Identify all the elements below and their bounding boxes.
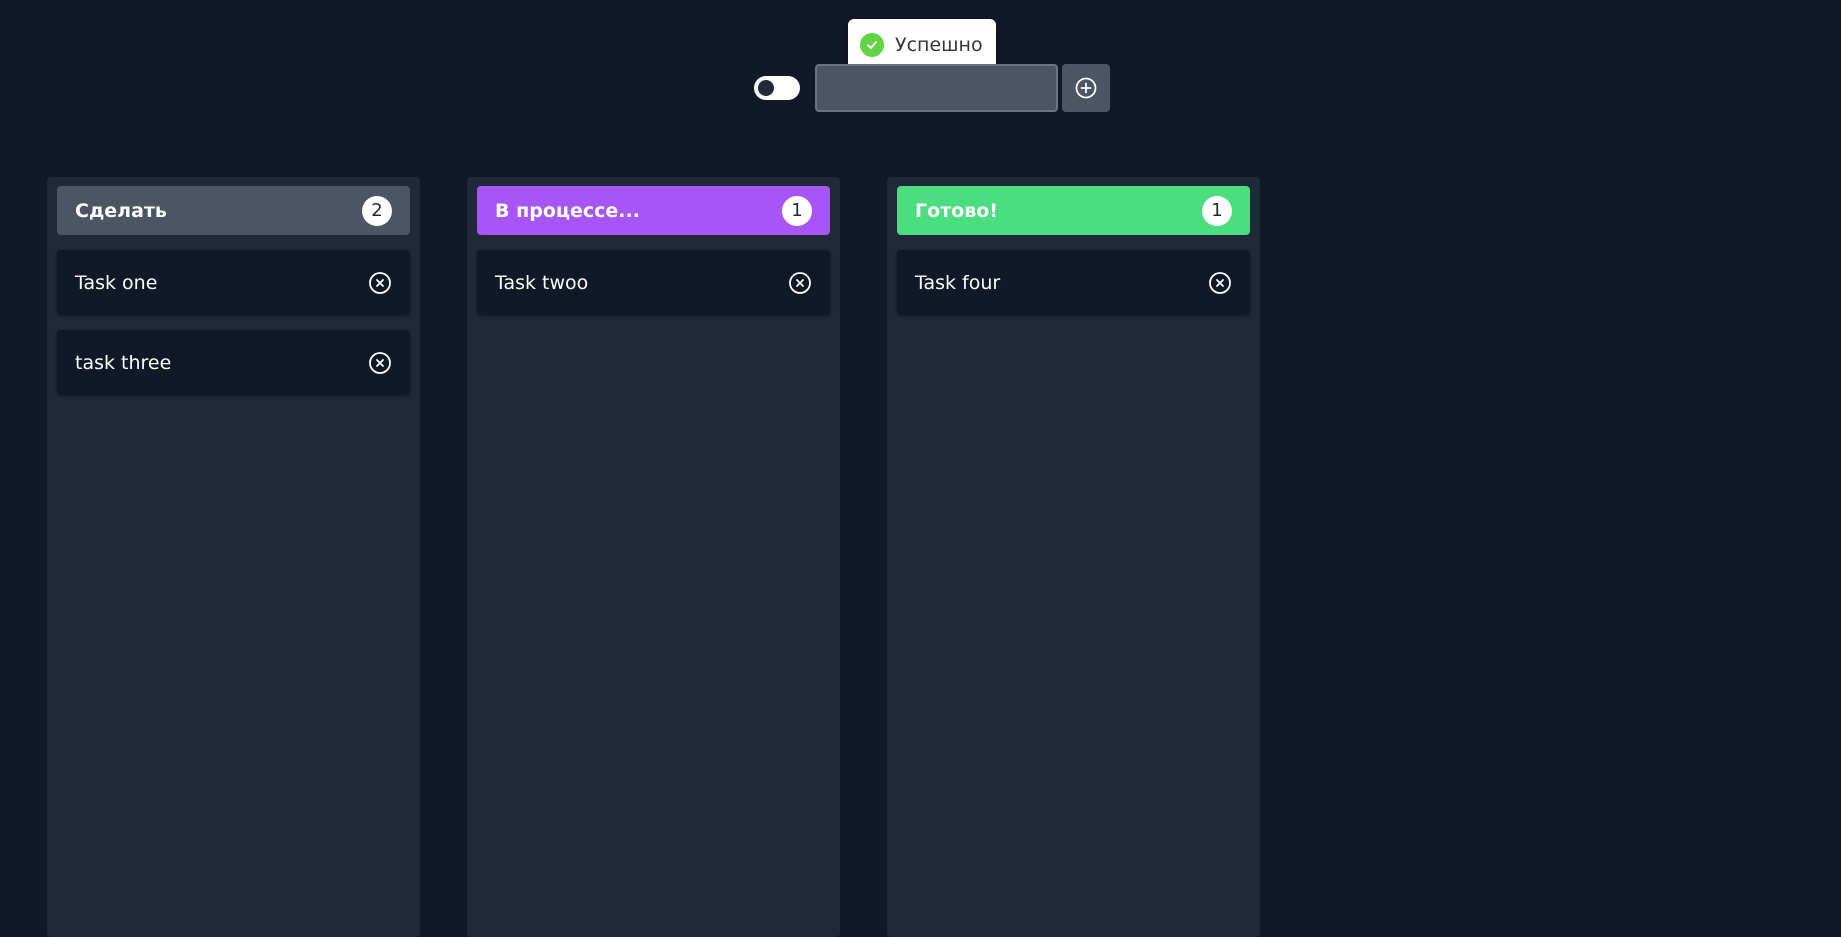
new-task-input[interactable] <box>815 64 1058 112</box>
column-in-progress: В процессе... 1 Task twoo <box>467 177 840 937</box>
column-title: В процессе... <box>495 199 640 222</box>
x-circle-icon <box>369 271 391 294</box>
add-task-button[interactable] <box>1062 64 1110 112</box>
theme-toggle[interactable] <box>754 76 800 100</box>
column-header: Сделать 2 <box>57 186 410 235</box>
x-circle-icon <box>369 351 391 374</box>
toolbar <box>754 64 1110 112</box>
task-title: Task twoo <box>495 271 589 294</box>
task-card[interactable]: Task one <box>57 250 410 315</box>
task-count-badge: 1 <box>782 195 812 226</box>
remove-task-button[interactable] <box>788 271 812 295</box>
check-circle-icon <box>860 33 884 57</box>
task-count-badge: 1 <box>1202 195 1232 226</box>
column-title: Сделать <box>75 199 167 222</box>
column-header: В процессе... 1 <box>477 186 830 235</box>
task-title: task three <box>75 351 172 374</box>
toggle-knob <box>758 80 774 96</box>
x-circle-icon <box>1209 271 1231 294</box>
column-header: Готово! 1 <box>897 186 1250 235</box>
remove-task-button[interactable] <box>1208 271 1232 295</box>
toast-message: Успешно <box>895 34 983 56</box>
column-todo: Сделать 2 Task one task three <box>47 177 420 937</box>
column-title: Готово! <box>915 199 998 222</box>
task-title: Task one <box>75 271 158 294</box>
task-card[interactable]: Task four <box>897 250 1250 315</box>
column-done: Готово! 1 Task four <box>887 177 1260 937</box>
plus-circle-icon <box>1075 77 1097 99</box>
x-circle-icon <box>789 271 811 294</box>
remove-task-button[interactable] <box>368 271 392 295</box>
kanban-board: Сделать 2 Task one task three В процессе… <box>47 177 1307 937</box>
task-card[interactable]: task three <box>57 330 410 395</box>
task-count-badge: 2 <box>362 195 392 226</box>
remove-task-button[interactable] <box>368 351 392 375</box>
task-card[interactable]: Task twoo <box>477 250 830 315</box>
task-title: Task four <box>915 271 1001 294</box>
